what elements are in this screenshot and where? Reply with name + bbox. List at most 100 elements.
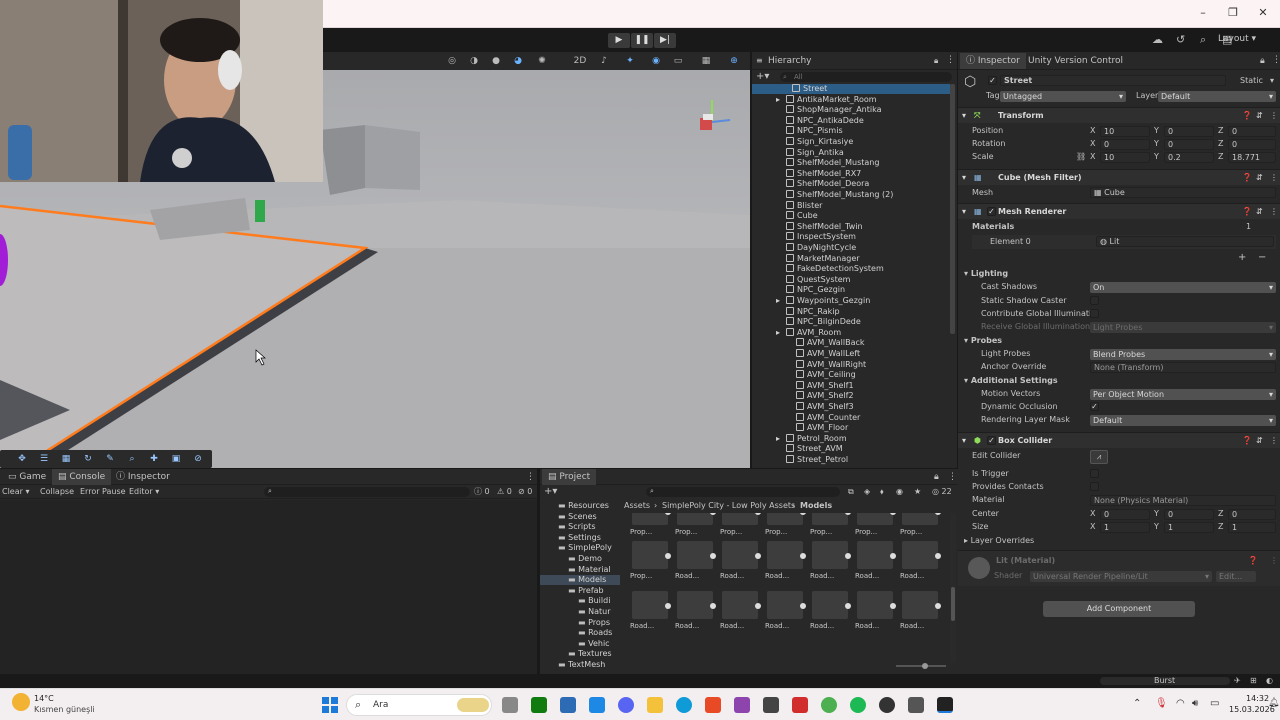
expand-arrow-icon[interactable]: ▸ — [776, 434, 780, 444]
transform-y-field[interactable]: 0.2 — [1164, 152, 1214, 163]
add-material-icon[interactable]: + — [1238, 252, 1246, 264]
rotate-tool-icon[interactable]: ↻ — [80, 452, 96, 466]
materials-label[interactable]: Materials — [972, 221, 1014, 233]
contribute-gi-checkbox[interactable] — [1090, 309, 1099, 318]
is-trigger-checkbox[interactable] — [1090, 469, 1099, 478]
expand-asset-icon[interactable] — [710, 553, 716, 559]
transform-x-field[interactable]: 0 — [1100, 139, 1150, 150]
hierarchy-item[interactable]: AVM_Shelf2 — [796, 391, 854, 401]
project-folder[interactable]: ▬ Natur — [578, 607, 611, 617]
preset-icon[interactable]: ⇵ — [1256, 108, 1263, 124]
asset-thumbnail[interactable] — [722, 513, 761, 525]
transform-header[interactable]: ▾ ⤧ Transform ❓ ⇵ ⋮ — [958, 107, 1280, 123]
project-folder[interactable]: ▬ Material — [568, 565, 611, 575]
more-icon[interactable]: ⋮ — [1270, 204, 1278, 220]
asset-thumbnail[interactable] — [677, 591, 716, 619]
gizmos-icon[interactable]: ⊕ — [726, 54, 742, 68]
expand-arrow-icon[interactable]: ▸ — [776, 95, 780, 105]
project-folder[interactable]: ▬ Roads — [578, 628, 612, 638]
asset-thumbnail[interactable] — [902, 541, 941, 569]
asset-label[interactable]: Road... — [900, 572, 924, 580]
additional-settings-label[interactable]: ▾ Additional Settings — [964, 375, 1058, 387]
add-component-button[interactable]: Add Component — [1043, 601, 1195, 617]
shader-edit-button[interactable]: Edit... — [1216, 571, 1256, 582]
edge-icon[interactable] — [676, 697, 692, 713]
hierarchy-item[interactable]: ▸ AVM_Room — [776, 327, 841, 338]
help-icon[interactable]: ❓ — [1242, 108, 1252, 124]
explorer-icon[interactable] — [647, 697, 663, 713]
asset-label[interactable]: Prop... — [765, 528, 787, 536]
hierarchy-item[interactable]: DayNightCycle — [786, 243, 856, 253]
hierarchy-item[interactable]: AVM_Ceiling — [796, 370, 856, 380]
asset-label[interactable]: Road... — [810, 622, 834, 630]
help-icon[interactable]: ❓ — [1242, 433, 1252, 449]
expand-asset-icon[interactable] — [800, 553, 806, 559]
battery-icon[interactable]: ▭ — [1210, 698, 1219, 709]
add-icon[interactable]: +▾ — [756, 71, 769, 82]
tray-chevron-icon[interactable]: ⌃ — [1133, 698, 1141, 709]
expand-asset-icon[interactable] — [755, 553, 761, 559]
transform-z-field[interactable]: 0 — [1228, 126, 1276, 137]
asset-thumbnail[interactable] — [767, 513, 806, 525]
hierarchy-item[interactable]: MarketManager — [786, 253, 860, 264]
asset-thumbnail[interactable] — [767, 541, 806, 569]
brave-icon[interactable] — [705, 697, 721, 713]
filter-type-icon[interactable]: ⧉ — [848, 486, 854, 498]
hierarchy-item[interactable]: Blister — [786, 200, 822, 211]
tag-dropdown[interactable]: Untagged ▾ — [1000, 91, 1126, 102]
create-icon[interactable]: +▾ — [544, 486, 557, 498]
globe-icon[interactable]: ◎ — [444, 54, 460, 68]
hierarchy-item[interactable]: ShelfModel_Twin — [786, 221, 863, 232]
grid-tool-icon[interactable]: ▦ — [58, 452, 74, 466]
start-icon[interactable] — [322, 697, 338, 713]
asset-label[interactable]: Prop... — [675, 528, 697, 536]
shading-icon[interactable]: ◑ — [466, 54, 482, 68]
lock-icon[interactable]: 🔒︎ — [1260, 56, 1265, 66]
unity-icon[interactable] — [937, 697, 953, 713]
rendering-layer-dropdown[interactable]: Default ▾ — [1090, 415, 1276, 426]
hierarchy-search[interactable]: ⌕ All — [780, 72, 952, 82]
asset-thumbnail[interactable] — [677, 541, 716, 569]
expand-asset-icon[interactable] — [890, 513, 896, 515]
paint-tool-icon[interactable]: ✎ — [102, 452, 118, 466]
history-icon[interactable]: ↺ — [1176, 33, 1185, 46]
object-name-field[interactable]: Street — [1000, 75, 1226, 86]
taskbar-search[interactable]: ⌕ Ara — [346, 694, 492, 716]
visibility-icon[interactable]: ◉ — [648, 54, 664, 68]
hierarchy-item[interactable]: ShelfModel_Mustang (2) — [786, 190, 893, 200]
volume-icon[interactable]: 🔊︎ — [1192, 698, 1198, 709]
xbox-icon[interactable] — [531, 697, 547, 713]
tab-console[interactable]: ▤ Console — [52, 469, 112, 485]
remove-material-icon[interactable]: − — [1258, 252, 1266, 264]
warning-count[interactable]: ⚠ 0 — [497, 486, 512, 498]
weather-desc[interactable]: Kısmen güneşli — [34, 705, 95, 714]
project-folder[interactable]: ▬ Models — [540, 575, 620, 586]
tab-game[interactable]: ▭ Game — [2, 469, 52, 485]
asset-label[interactable]: Road... — [675, 572, 699, 580]
hierarchy-title[interactable]: Hierarchy — [768, 56, 812, 66]
probes-label[interactable]: ▾ Probes — [964, 335, 1002, 347]
mesh-field[interactable]: ▦ Cube — [1090, 187, 1276, 198]
rect-tool-icon[interactable]: ☰ — [36, 452, 52, 466]
provides-contacts-checkbox[interactable] — [1090, 482, 1099, 491]
expand-asset-icon[interactable] — [755, 513, 761, 515]
preset-icon[interactable]: ⇵ — [1256, 204, 1263, 220]
project-folder[interactable]: ▬ Vehic — [578, 639, 610, 649]
asset-thumbnail[interactable] — [812, 541, 851, 569]
asset-label[interactable]: Prop... — [900, 528, 922, 536]
layer-dropdown[interactable]: Default ▾ — [1158, 91, 1276, 102]
status-icon-1[interactable]: ✈ — [1234, 674, 1241, 688]
hierarchy-item[interactable]: NPC_BilginDede — [786, 317, 861, 327]
hierarchy-item[interactable]: NPC_AntikaDede — [786, 115, 864, 126]
preset-icon[interactable]: ⇵ — [1256, 170, 1263, 186]
expand-asset-icon[interactable] — [935, 553, 941, 559]
hierarchy-item[interactable]: ShelfModel_Mustang — [786, 158, 879, 168]
asset-label[interactable]: Road... — [720, 622, 744, 630]
expand-asset-icon[interactable] — [665, 553, 671, 559]
layout-dropdown[interactable]: Layout ▾ — [1218, 34, 1256, 44]
hierarchy-item[interactable]: ▸ Petrol_Room — [776, 433, 847, 444]
more-icon[interactable]: ⋮ — [1272, 55, 1280, 65]
collapse-button[interactable]: Collapse — [40, 486, 74, 498]
asset-thumbnail[interactable] — [902, 591, 941, 619]
camera-icon[interactable]: ▭ — [670, 54, 686, 68]
